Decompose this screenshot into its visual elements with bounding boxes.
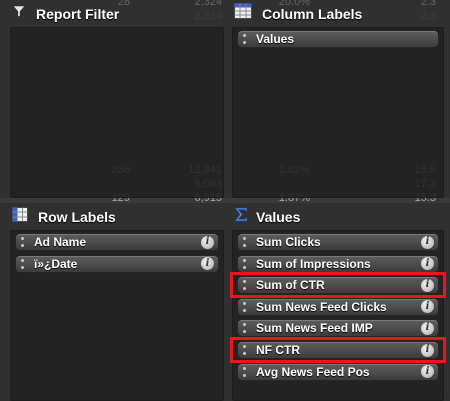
field-pill-label: ï»¿Date: [34, 256, 78, 271]
field-settings-info-icon[interactable]: i: [421, 300, 434, 314]
field-pill-sum-news-feed-clicks[interactable]: Sum News Feed Clicks i: [237, 297, 439, 316]
column-labels-title: Column Labels: [262, 5, 363, 22]
table-columns-icon: [234, 3, 252, 24]
drag-handle-icon[interactable]: [243, 366, 247, 377]
field-pill-label: Values: [256, 32, 295, 46]
drag-handle-icon[interactable]: [21, 237, 25, 247]
field-pill-ad-name[interactable]: Ad Name i: [15, 233, 219, 251]
report-filter-header: Report Filter: [0, 0, 228, 27]
field-pill-sum-clicks[interactable]: Sum Clicks i: [237, 233, 439, 251]
field-pill-label: Avg News Feed Pos: [256, 364, 370, 379]
drag-handle-icon[interactable]: [243, 323, 247, 334]
column-labels-drop-zone[interactable]: Values: [232, 27, 444, 198]
field-settings-info-icon[interactable]: i: [421, 257, 434, 271]
drag-handle-icon[interactable]: [243, 301, 247, 312]
column-labels-area: Column Labels Values: [228, 0, 450, 198]
field-pill-sum-news-feed-imp[interactable]: Sum News Feed IMP i: [237, 319, 439, 338]
drag-handle-icon[interactable]: [243, 258, 247, 269]
field-settings-info-icon[interactable]: i: [201, 257, 214, 271]
field-pill-label: Sum of Impressions: [256, 256, 371, 271]
drag-handle-icon[interactable]: [21, 258, 25, 269]
table-rows-icon: [12, 206, 28, 227]
report-filter-drop-zone[interactable]: [10, 27, 224, 198]
field-settings-info-icon[interactable]: i: [421, 365, 434, 379]
highlight-box: [230, 337, 446, 363]
values-drop-zone[interactable]: Sum Clicks i Sum of Impressions i Sum of CTR…: [230, 230, 446, 401]
field-pill-date[interactable]: ï»¿Date i: [15, 254, 219, 273]
field-pill-label: Sum Clicks: [256, 235, 321, 249]
funnel-icon: [12, 4, 26, 23]
field-pill-values[interactable]: Values: [237, 30, 439, 48]
values-title: Values: [256, 208, 301, 225]
field-settings-info-icon[interactable]: i: [421, 321, 434, 335]
report-filter-area: Report Filter: [0, 0, 228, 198]
values-area: Values Sum Clicks i Sum of Impressions i Sum…: [228, 203, 450, 401]
field-pill-label: Ad Name: [34, 235, 87, 249]
drag-handle-icon[interactable]: [243, 34, 247, 44]
field-pill-avg-news-feed-pos[interactable]: Avg News Feed Pos i: [237, 362, 439, 381]
row-labels-title: Row Labels: [38, 208, 116, 225]
row-labels-header: Row Labels: [0, 203, 228, 230]
column-labels-header: Column Labels: [228, 0, 450, 27]
values-header: Values: [228, 203, 450, 230]
field-settings-info-icon[interactable]: i: [201, 235, 214, 249]
field-settings-info-icon[interactable]: i: [421, 235, 434, 249]
field-pill-label: Sum News Feed IMP: [256, 321, 373, 336]
row-labels-area: Row Labels Ad Name i ï»¿Date i: [0, 203, 228, 401]
field-pill-sum-of-impressions[interactable]: Sum of Impressions i: [237, 254, 439, 273]
sigma-icon: [234, 207, 248, 227]
highlight-box: [230, 272, 446, 299]
drag-handle-icon[interactable]: [243, 237, 247, 247]
row-labels-drop-zone[interactable]: Ad Name i ï»¿Date i: [10, 230, 224, 401]
field-pill-label: Sum News Feed Clicks: [256, 299, 387, 314]
report-filter-title: Report Filter: [36, 5, 120, 22]
